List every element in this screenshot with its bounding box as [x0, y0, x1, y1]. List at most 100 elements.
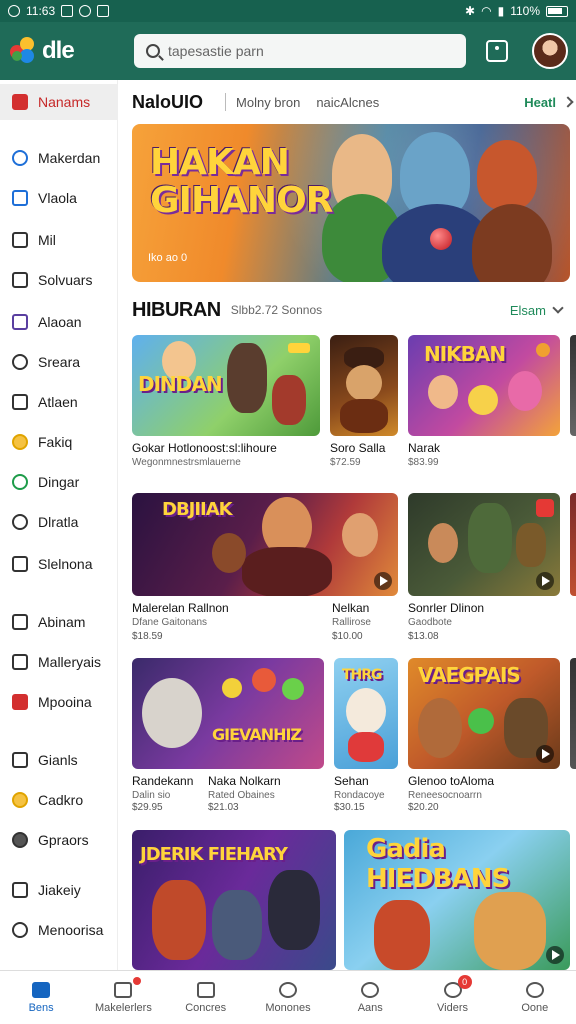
nav-profile[interactable]: Oone	[494, 971, 576, 1024]
sidebar-item-slelnona[interactable]: Slelnona	[0, 546, 118, 582]
sidebar-item-solvuars[interactable]: Solvuars	[0, 262, 118, 298]
sidebar-item-label: Dlratla	[38, 514, 79, 530]
bottom-nav: Bens Makelerlers Concres Monones Aans 0 …	[0, 970, 576, 1024]
sidebar-item-jiakeiy[interactable]: Jiakeiy	[0, 872, 118, 908]
search-input[interactable]: tapesastie parn	[134, 34, 466, 68]
sidebar-item-label: Dingar	[38, 474, 80, 490]
sidebar-item-dingar[interactable]: Dingar	[0, 464, 118, 500]
see-all-link[interactable]: Heatl	[524, 95, 574, 110]
game-title: Nelkan	[332, 601, 370, 615]
chevron-right-icon	[562, 96, 574, 108]
nav-monones[interactable]: Monones	[247, 971, 329, 1024]
tag-badge	[536, 343, 550, 357]
sidebar-item-mpooina[interactable]: Mpooina	[0, 684, 118, 720]
avatar[interactable]	[532, 33, 568, 69]
close-box-icon	[12, 556, 28, 572]
sidebar-item-mil[interactable]: Mil	[0, 222, 118, 258]
game-title: Narak	[408, 441, 441, 455]
game-card[interactable]: Soro Salla $72.59	[330, 335, 398, 475]
sidebar-item-cadkro[interactable]: Cadkro	[0, 782, 118, 818]
game-thumb-title: VAEGPAIS	[418, 663, 521, 687]
bell-icon	[114, 981, 133, 998]
game-card[interactable]: NIKBAN Narak $83.99	[408, 335, 560, 475]
gamepad-icon	[12, 314, 28, 330]
sidebar-item-sreara[interactable]: Sreara	[0, 344, 118, 380]
search-icon	[146, 44, 160, 58]
sync-icon	[79, 5, 92, 17]
sidebar-item-nanams[interactable]: Nanams	[0, 84, 118, 120]
sidebar-item-gpraors[interactable]: Gpraors	[0, 822, 118, 858]
signal-icon: ▮	[497, 4, 505, 18]
sidebar-item-label: Alaoan	[38, 314, 82, 330]
tab-molny-bron[interactable]: Molny bron	[236, 95, 300, 110]
sidebar-item-vlaola[interactable]: Vlaola	[0, 180, 118, 216]
section-subtitle: Slbb2.72 Sonnos	[230, 303, 323, 317]
game-card[interactable]: THRG Sehan Rondacoye $30.15	[334, 658, 398, 813]
nav-label: Oone	[521, 1001, 549, 1014]
nav-viders[interactable]: 0 Viders	[411, 971, 493, 1024]
game-thumbnail	[330, 335, 398, 436]
game-card-partial[interactable]	[570, 493, 576, 596]
battery-icon	[546, 5, 568, 17]
nav-label: Makelerlers	[94, 1001, 152, 1014]
nav-aans[interactable]: Aans	[329, 971, 411, 1024]
sidebar-item-label: Nanams	[38, 94, 91, 110]
smile-icon	[12, 434, 28, 450]
game-price: $20.20	[408, 802, 439, 813]
sidebar-item-gianls[interactable]: Gianls	[0, 742, 118, 778]
nav-label: Aans	[357, 1001, 383, 1014]
divider	[225, 93, 227, 111]
game-card[interactable]: Gadia HIEDBANS	[344, 830, 570, 970]
window-icon	[12, 882, 28, 898]
tag-badge	[288, 343, 310, 353]
section-link[interactable]: Elsam	[510, 302, 564, 318]
nav-home[interactable]: Bens	[0, 971, 82, 1024]
game-title: Sonrler Dlinon	[408, 601, 485, 615]
user-icon	[12, 150, 28, 166]
sidebar-item-fakiq[interactable]: Fakiq	[0, 424, 118, 460]
game-thumbnail: DINDAN	[132, 335, 320, 436]
notification-icon	[8, 5, 20, 17]
sidebar-item-abinam[interactable]: Abinam	[0, 604, 118, 640]
sidebar-item-alaoan[interactable]: Alaoan	[0, 304, 118, 340]
hero-caption: Iko ao 0	[148, 252, 188, 264]
game-card[interactable]: VAEGPAIS Glenoo toAloma Reneesocnoarrn $…	[408, 658, 560, 813]
game-card[interactable]: DBJIIAK Malerelan Rallnon Dfane Gaitonan…	[132, 493, 398, 643]
game-thumb-title: NIKBAN	[424, 342, 506, 366]
sidebar-item-dlratla[interactable]: Dlratla	[0, 504, 118, 540]
game-card[interactable]: JDERIK FIEHARY	[132, 830, 336, 970]
game-card[interactable]: DINDAN Gokar Hotlonoost:sl:lihoure Wegon…	[132, 335, 320, 475]
status-time: 11:63	[26, 4, 56, 18]
play-icon	[546, 946, 564, 964]
game-title: Randekann	[132, 774, 194, 788]
sidebar-item-label: Mpooina	[38, 694, 92, 710]
hero-title: HAKAN GIHANOR	[150, 142, 333, 221]
app-logo[interactable]: dle	[10, 37, 130, 65]
play-icon	[536, 745, 554, 763]
nav-label: Viders	[437, 1001, 469, 1014]
emoji-icon	[12, 792, 28, 808]
sidebar-item-atlaen[interactable]: Atlaen	[0, 384, 118, 420]
sidebar-item-makerdan[interactable]: Makerdan	[0, 140, 118, 176]
game-title: Naka Nolkarn	[208, 774, 281, 788]
game-price: $21.03	[208, 802, 239, 813]
bookmark-icon[interactable]	[486, 40, 508, 62]
sidebar-item-menoorisa[interactable]: Menoorisa	[0, 912, 118, 948]
nav-concres[interactable]: Concres	[165, 971, 247, 1024]
game-card-partial[interactable]	[570, 335, 576, 436]
wifi-icon: ◠	[481, 4, 492, 18]
sidebar-item-label: Atlaen	[38, 394, 78, 410]
nav-label: Monones	[265, 1001, 311, 1014]
game-card-partial[interactable]	[570, 658, 576, 769]
game-card[interactable]: Sonrler Dlinon Gaodbote $13.08	[408, 493, 560, 643]
box-icon	[196, 981, 215, 998]
app-notification-icon	[61, 5, 74, 17]
heart-icon	[361, 981, 380, 998]
game-card[interactable]: GIEVANHIZ Randekann Dalin sio $29.95 Nak…	[132, 658, 324, 813]
nav-notifications[interactable]: Makelerlers	[82, 971, 164, 1024]
game-title: Sehan	[334, 774, 369, 788]
game-price: $18.59	[132, 631, 163, 642]
hero-banner[interactable]: HAKAN GIHANOR Iko ao 0	[132, 124, 570, 282]
sidebar-item-malleryais[interactable]: Malleryais	[0, 644, 118, 680]
tab-naicalcnes[interactable]: naicAlcnes	[316, 95, 379, 110]
